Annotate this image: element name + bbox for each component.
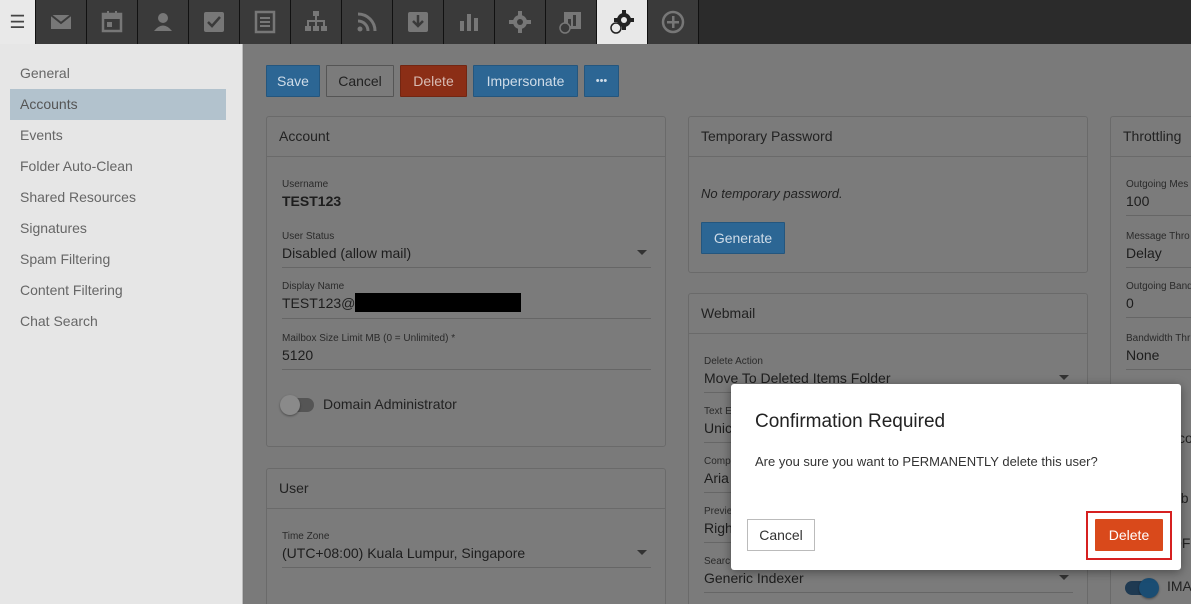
bandwidth-throttle-label: Bandwidth Thr: [1126, 333, 1191, 344]
outgoing-messages-value: 100: [1126, 193, 1150, 209]
dialog-cancel-button[interactable]: Cancel: [747, 519, 815, 551]
outgoing-bandwidth-value: 0: [1126, 295, 1134, 311]
display-name-text: TEST123@: [282, 295, 356, 311]
user-status-label: User Status: [282, 231, 335, 242]
confirmation-dialog: Confirmation Required Are you sure you w…: [731, 384, 1181, 570]
sidebar-item-content-filtering[interactable]: Content Filtering: [10, 275, 226, 306]
outgoing-messages-label: Outgoing Mes: [1126, 179, 1189, 190]
user-status-select[interactable]: User Status Disabled (allow mail): [282, 231, 651, 268]
dialog-message: Are you sure you want to PERMANENTLY del…: [755, 454, 1098, 469]
display-name-label: Display Name: [282, 281, 345, 292]
top-navigation-bar: ☰: [0, 0, 1191, 44]
mailbox-size-label: Mailbox Size Limit MB (0 = Unlimited) *: [282, 333, 456, 344]
account-card-title: Account: [267, 117, 665, 157]
throttling-card-title: Throttling: [1111, 117, 1191, 157]
display-name-field[interactable]: Display Name TEST123@: [282, 281, 651, 320]
file-storage-icon[interactable]: [393, 0, 444, 44]
rss-icon[interactable]: [342, 0, 393, 44]
hamburger-icon[interactable]: ☰: [0, 0, 36, 44]
webmail-card-title: Webmail: [689, 294, 1087, 334]
message-throttle-label: Message Thro: [1126, 231, 1190, 242]
dialog-delete-button[interactable]: Delete: [1095, 519, 1163, 551]
chevron-down-icon: [1059, 375, 1069, 380]
generate-button[interactable]: Generate: [701, 222, 785, 254]
outgoing-bandwidth-label: Outgoing Band: [1126, 281, 1191, 292]
account-card: Account Username TEST123 User Status Dis…: [266, 116, 666, 447]
delete-button[interactable]: Delete: [400, 65, 467, 97]
temporary-password-card: Temporary Password No temporary password…: [688, 116, 1088, 273]
sidebar-item-events[interactable]: Events: [10, 120, 226, 151]
calendar-icon[interactable]: [87, 0, 138, 44]
username-field: Username TEST123: [282, 179, 651, 215]
domain-admin-toggle[interactable]: [280, 395, 314, 415]
save-button[interactable]: Save: [266, 65, 320, 97]
display-name-value: TEST123@: [282, 293, 651, 318]
sidebar: General Accounts Events Folder Auto-Clea…: [0, 44, 243, 604]
imap-toggle[interactable]: [1125, 578, 1159, 598]
delete-action-label: Delete Action: [704, 356, 763, 367]
settings-gear-icon[interactable]: [495, 0, 546, 44]
mail-icon[interactable]: [36, 0, 87, 44]
username-label: Username: [282, 179, 329, 190]
message-throttle-select[interactable]: Message Thro Delay: [1126, 231, 1191, 268]
redacted-block: [355, 293, 522, 313]
chevron-down-icon: [1059, 575, 1069, 580]
tasks-icon[interactable]: [189, 0, 240, 44]
mailbox-size-value: 5120: [282, 347, 314, 363]
search-indexer-value: Generic Indexer: [704, 570, 804, 586]
toggle-knob: [280, 395, 300, 415]
outgoing-messages-field[interactable]: Outgoing Mes 100: [1126, 179, 1191, 216]
more-options-button[interactable]: •••: [584, 65, 619, 97]
reports-icon[interactable]: [444, 0, 495, 44]
domain-reports-icon[interactable]: [546, 0, 597, 44]
user-card: User Time Zone (UTC+08:00) Kuala Lumpur,…: [266, 468, 666, 604]
domain-settings-icon[interactable]: [597, 0, 648, 44]
bandwidth-throttle-value: None: [1126, 347, 1160, 363]
user-status-value: Disabled (allow mail): [282, 245, 412, 261]
chevron-down-icon: [637, 550, 647, 555]
sidebar-item-chat-search[interactable]: Chat Search: [10, 306, 226, 337]
add-circle-icon[interactable]: [648, 0, 699, 44]
no-temp-password-message: No temporary password.: [701, 186, 843, 201]
outgoing-bandwidth-field[interactable]: Outgoing Band 0: [1126, 281, 1191, 318]
mailbox-size-field[interactable]: Mailbox Size Limit MB (0 = Unlimited) * …: [282, 333, 651, 370]
sidebar-item-shared-resources[interactable]: Shared Resources: [10, 182, 226, 213]
domain-admin-label: Domain Administrator: [323, 396, 457, 412]
user-card-title: User: [267, 469, 665, 509]
dialog-title: Confirmation Required: [755, 411, 946, 432]
toggle-knob: [1139, 578, 1159, 598]
action-toolbar: Save Cancel Delete Impersonate •••: [266, 65, 619, 97]
bandwidth-throttle-select[interactable]: Bandwidth Thr None: [1126, 333, 1191, 370]
contacts-icon[interactable]: [138, 0, 189, 44]
imap-label: IMA: [1167, 578, 1191, 594]
sidebar-item-spam-filtering[interactable]: Spam Filtering: [10, 244, 226, 275]
sidebar-item-general[interactable]: General: [10, 58, 226, 89]
sidebar-item-folder-auto-clean[interactable]: Folder Auto-Clean: [10, 151, 226, 182]
message-throttle-value: Delay: [1126, 245, 1162, 261]
sidebar-item-accounts[interactable]: Accounts: [10, 89, 226, 120]
sitemap-icon[interactable]: [291, 0, 342, 44]
sidebar-item-signatures[interactable]: Signatures: [10, 213, 226, 244]
timezone-value: (UTC+08:00) Kuala Lumpur, Singapore: [282, 545, 526, 561]
temporary-password-title: Temporary Password: [689, 117, 1087, 157]
notes-icon[interactable]: [240, 0, 291, 44]
cancel-button[interactable]: Cancel: [326, 65, 394, 97]
username-value: TEST123: [282, 193, 342, 209]
impersonate-button[interactable]: Impersonate: [473, 65, 578, 97]
chevron-down-icon: [637, 250, 647, 255]
timezone-label: Time Zone: [282, 531, 330, 542]
timezone-select[interactable]: Time Zone (UTC+08:00) Kuala Lumpur, Sing…: [282, 531, 651, 568]
